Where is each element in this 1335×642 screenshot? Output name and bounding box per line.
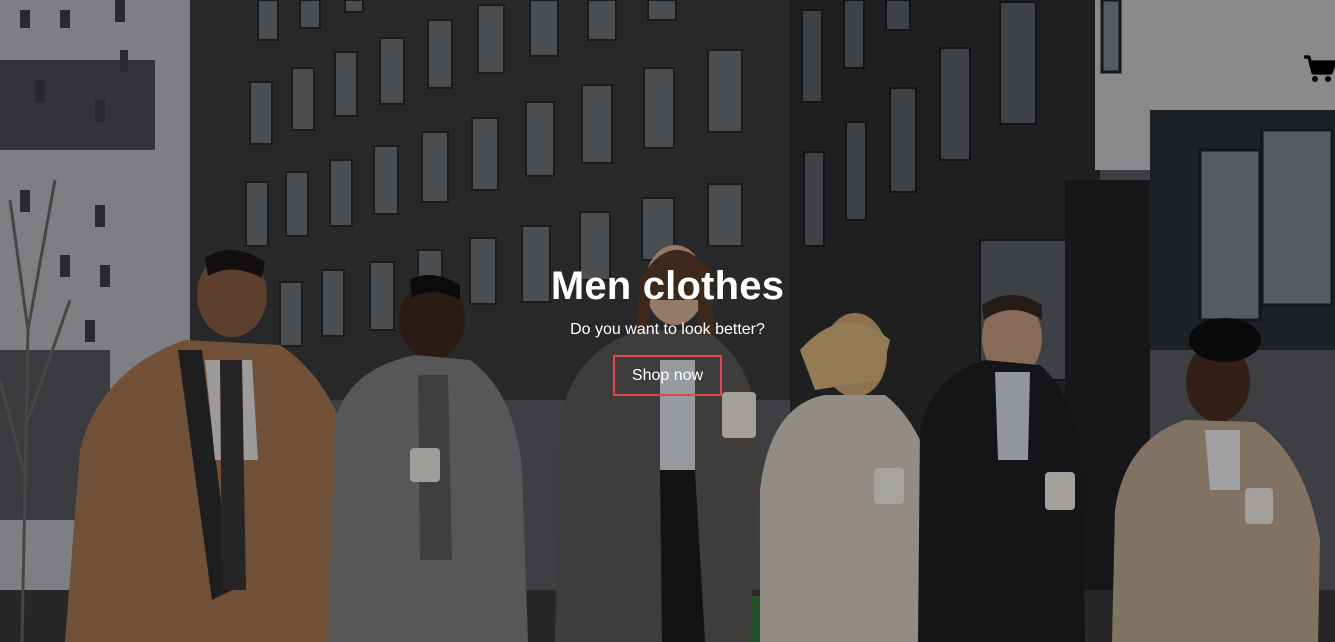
- hero-content: Men clothes Do you want to look better? …: [0, 262, 1335, 396]
- hero-title: Men clothes: [550, 264, 785, 308]
- hero-banner: Men clothes Do you want to look better? …: [0, 0, 1335, 642]
- shopping-cart-icon[interactable]: [1303, 53, 1335, 85]
- hero-subtitle: Do you want to look better?: [570, 321, 765, 338]
- shop-now-button[interactable]: Shop now: [612, 355, 723, 396]
